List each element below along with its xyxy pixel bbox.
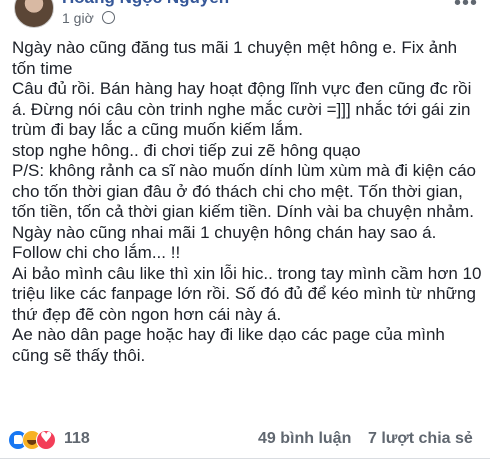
post-time[interactable]: 1 giờ bbox=[62, 10, 94, 26]
author-name[interactable]: Hoàng Ngọc Nguyễn bbox=[62, 0, 229, 8]
post-header: Hoàng Ngọc Nguyễn 1 giờ ••• bbox=[0, 0, 490, 30]
shares-count-link[interactable]: 7 lượt chia sẻ bbox=[368, 430, 473, 448]
love-icon bbox=[36, 430, 56, 450]
post-body: Ngày nào cũng đăng tus mãi 1 chuyện mệt … bbox=[12, 38, 482, 366]
post-paragraph: Ae nào dân page hoặc hay đi like dạo các… bbox=[12, 325, 445, 365]
post-paragraph: Ngày nào cũng đăng tus mãi 1 chuyện mệt … bbox=[12, 38, 458, 78]
comments-count-link[interactable]: 49 bình luận bbox=[258, 430, 351, 448]
post-paragraph: Câu đủ rồi. Bán hàng hay hoạt động lĩnh … bbox=[12, 79, 472, 139]
more-options-icon[interactable]: ••• bbox=[454, 0, 478, 15]
post-meta: 1 giờ bbox=[62, 10, 115, 26]
globe-icon bbox=[101, 11, 115, 24]
post-paragraph: stop nghe hông.. đi chơi tiếp zui zẽ hôn… bbox=[12, 140, 361, 160]
post-paragraph: Ai bảo mình câu like thì xin lỗi hic.. t… bbox=[12, 263, 482, 324]
post-paragraph: Ngày nào cũng nhai mãi 1 chuyện hông chá… bbox=[12, 222, 437, 263]
divider bbox=[0, 458, 490, 459]
reaction-count[interactable]: 118 bbox=[64, 430, 90, 448]
avatar[interactable] bbox=[14, 0, 54, 28]
post-footer: 118 49 bình luận 7 lượt chia sẻ bbox=[0, 424, 490, 454]
post-paragraph: P/S: không rảnh ca sĩ nào muốn dính lùm … bbox=[12, 161, 476, 221]
